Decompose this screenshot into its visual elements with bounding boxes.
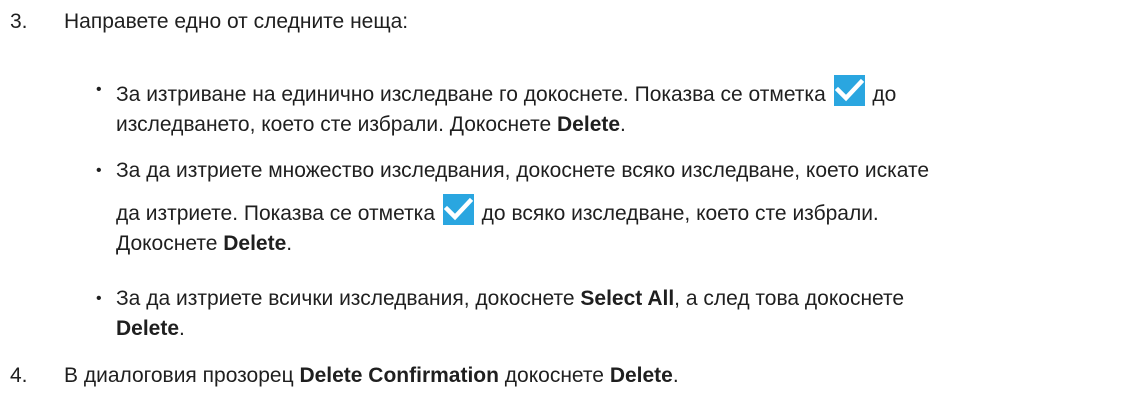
bullet-line: За да изтриете множество изследвания, до… bbox=[116, 159, 930, 182]
text-segment: до bbox=[866, 83, 897, 106]
text-segment: За изтриване на единично изследване го д… bbox=[116, 83, 832, 106]
step-number: 4. bbox=[10, 364, 28, 387]
text-segment: докоснете bbox=[498, 364, 610, 387]
text-segment: . bbox=[620, 113, 626, 136]
step-number: 3. bbox=[10, 10, 28, 33]
text-segment: . bbox=[179, 317, 185, 340]
bullet-dot: • bbox=[96, 162, 102, 179]
checkmark-icon bbox=[442, 194, 474, 225]
ui-term-delete: Delete bbox=[609, 364, 673, 387]
step-text: В диалоговия прозорец Delete Confirmatio… bbox=[64, 361, 1134, 391]
bullet-dot: • bbox=[96, 81, 102, 98]
bullet-body: За изтриване на единично изследване го д… bbox=[116, 75, 1136, 140]
bullet-line: За да изтриете всички изследвания, докос… bbox=[116, 284, 1136, 314]
bullet-line: За изтриване на единично изследване го д… bbox=[116, 75, 1136, 110]
text-segment: изследването, което сте избрали. Докосне… bbox=[116, 113, 558, 136]
bullet-body: За да изтриете всички изследвания, докос… bbox=[116, 284, 1136, 344]
text-segment: до всяко изследване, което сте избрали. bbox=[475, 202, 879, 225]
text-segment: , а след това докоснете bbox=[674, 287, 905, 310]
ui-term-delete: Delete bbox=[116, 317, 180, 340]
text-segment: да изтриете. Показва се отметка bbox=[116, 202, 441, 225]
text-segment: В диалоговия прозорец bbox=[64, 364, 300, 387]
bullet-dot: • bbox=[96, 290, 102, 307]
bullet-line: да изтриете. Показва се отметка до всяко… bbox=[116, 194, 1136, 229]
step-text: Направете едно от следните неща: bbox=[64, 10, 409, 33]
text-segment: . bbox=[286, 232, 293, 255]
ui-term-delete: Delete bbox=[223, 232, 287, 255]
text-segment: . bbox=[672, 364, 679, 387]
checkmark-icon bbox=[833, 75, 865, 106]
text-segment: За да изтриете всички изследвания, докос… bbox=[116, 287, 581, 310]
bullet-body: За да изтриете множество изследвания, до… bbox=[116, 156, 1136, 259]
bullet-line: Delete. bbox=[116, 314, 1136, 344]
text-segment: Докоснете bbox=[116, 232, 224, 255]
ui-term-delete: Delete bbox=[557, 113, 621, 136]
bullet-line: изследването, което сте избрали. Докосне… bbox=[116, 110, 1136, 140]
ui-term-delete-confirmation: Delete Confirmation bbox=[299, 364, 499, 387]
ui-term-select-all: Select All bbox=[580, 287, 675, 310]
bullet-line: Докоснете Delete. bbox=[116, 229, 1136, 259]
